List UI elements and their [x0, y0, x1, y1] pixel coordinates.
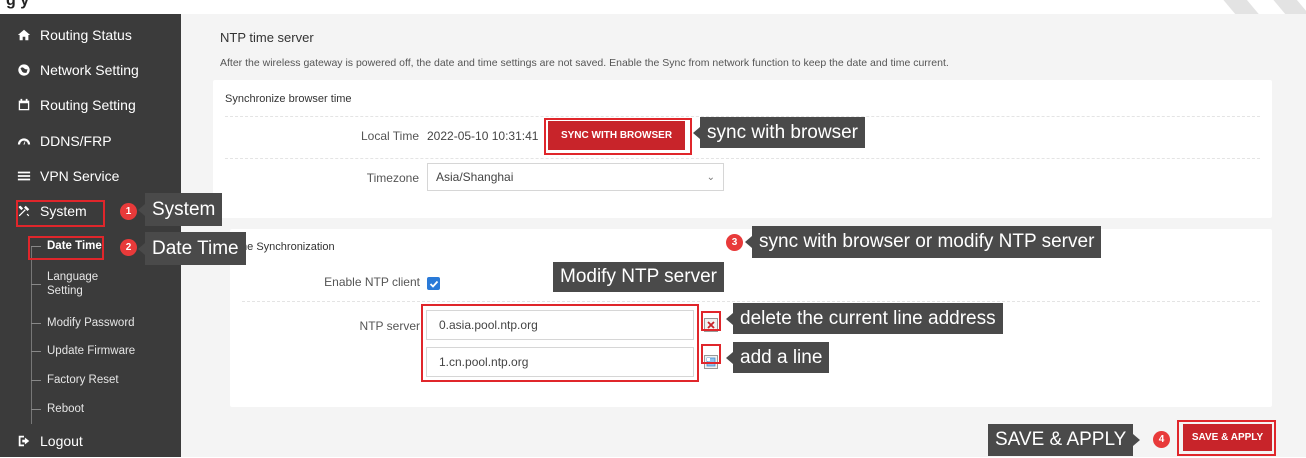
sidebar-subitem-update-firmware[interactable]: Update Firmware [0, 340, 181, 362]
sidebar-item-label: Routing Status [40, 27, 132, 43]
annotation-box-delete-icon [701, 311, 721, 331]
home-icon [16, 27, 32, 43]
sidebar-subitem-label: Reboot [47, 403, 85, 415]
sidebar-subitem-label: Factory Reset [47, 374, 119, 386]
local-time-value: 2022-05-10 10:31:41 [427, 129, 539, 143]
sidebar-item-routing-setting[interactable]: Routing Setting [0, 88, 181, 122]
annotation-box-sync-button [544, 118, 692, 155]
timezone-select[interactable]: Asia/Shanghai ⌄ [427, 163, 724, 191]
sidebar-subitem-modify-password[interactable]: Modify Password [0, 312, 181, 334]
annotation-box-add-icon [701, 344, 721, 364]
sidebar-subitem-reboot[interactable]: Reboot [0, 398, 181, 420]
callout-date-time: Date Time [138, 232, 246, 265]
top-strip-text: g y [6, 0, 30, 9]
sidebar-item-label: Routing Setting [40, 97, 136, 113]
sidebar-subitem-label: Modify Password [47, 317, 135, 329]
sync-browser-card: Synchronize browser time Local Time 2022… [213, 80, 1272, 218]
divider [225, 158, 1260, 159]
tree-tick [31, 380, 41, 381]
callout-add-line: add a line [725, 342, 830, 373]
sidebar-item-label: DDNS/FRP [40, 133, 112, 149]
sidebar-item-logout[interactable]: Logout [0, 424, 181, 458]
callout-save-apply: SAVE & APPLY [988, 424, 1141, 456]
annotation-box-system [16, 200, 105, 227]
decorative-stroke [1251, 0, 1306, 14]
tree-tick [31, 351, 41, 352]
sidebar-item-label: VPN Service [40, 168, 120, 184]
annotation-badge-1: 1 [120, 203, 137, 220]
annotation-badge-4: 4 [1153, 431, 1170, 448]
card-title: me Synchronization [238, 241, 335, 253]
sidebar-item-vpn-service[interactable]: VPN Service [0, 159, 181, 193]
annotation-box-ntp-servers [421, 304, 699, 382]
gauge-icon [16, 133, 32, 149]
logout-icon [16, 433, 32, 449]
divider [242, 301, 1260, 302]
sidebar-item-label: Logout [40, 433, 83, 449]
sidebar-item-ddns-frp[interactable]: DDNS/FRP [0, 124, 181, 158]
ntp-server-label: NTP server [359, 319, 420, 333]
enable-ntp-checkbox[interactable] [427, 277, 440, 290]
sidebar-item-routing-status[interactable]: Routing Status [0, 18, 181, 52]
decorative-stroke [1201, 0, 1261, 14]
tree-tick [31, 284, 41, 285]
sidebar-item-network-setting[interactable]: Network Setting [0, 53, 181, 87]
main-content: NTP time server After the wireless gatew… [181, 14, 1306, 457]
local-time-label: Local Time [360, 129, 419, 143]
calendar-icon [16, 97, 32, 113]
chevron-down-icon: ⌄ [706, 172, 715, 183]
callout-delete-line: delete the current line address [726, 303, 1003, 334]
sidebar-subitem-label: Update Firmware [47, 345, 136, 357]
page-description: After the wireless gateway is powered of… [220, 57, 949, 69]
callout-modify-ntp: Modify NTP server [553, 262, 724, 292]
tree-tick [31, 409, 41, 410]
top-strip: g y [0, 0, 1306, 14]
page-title: NTP time server [220, 30, 314, 45]
sidebar-subitem-label: Language Setting [47, 271, 99, 297]
callout-sync-browser: sync with browser [693, 117, 865, 148]
timezone-label: Timezone [366, 171, 419, 185]
callout-sync-or-modify: sync with browser or modify NTP server [744, 226, 1102, 258]
sidebar-subitem-language-setting[interactable]: Language Setting [0, 266, 120, 302]
annotation-badge-3: 3 [726, 234, 743, 251]
callout-system: System [137, 193, 223, 226]
sidebar-item-label: Network Setting [40, 62, 139, 78]
card-title: Synchronize browser time [225, 93, 352, 105]
enable-ntp-label: Enable NTP client [324, 275, 420, 289]
sidebar-subitem-factory-reset[interactable]: Factory Reset [0, 369, 181, 391]
annotation-badge-2: 2 [120, 239, 137, 256]
timezone-selected-value: Asia/Shanghai [436, 170, 514, 184]
annotation-box-date-time [28, 236, 104, 260]
globe-icon [16, 62, 32, 78]
list-icon [16, 168, 32, 184]
check-icon [429, 280, 438, 288]
tree-tick [31, 323, 41, 324]
annotation-box-save-apply [1177, 420, 1276, 456]
